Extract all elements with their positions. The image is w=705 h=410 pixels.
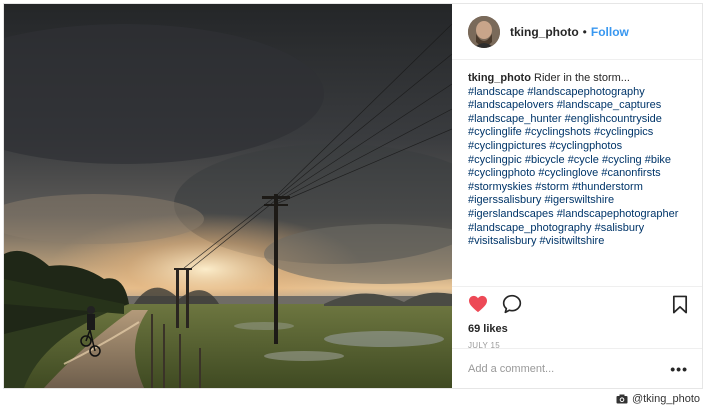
comment-bar: ••• <box>452 348 702 388</box>
post-username[interactable]: tking_photo <box>510 25 579 39</box>
more-options-icon[interactable]: ••• <box>670 361 688 377</box>
hashtag[interactable]: #cyclingpictures <box>468 140 546 152</box>
hashtag[interactable]: #storm <box>535 181 569 193</box>
hashtag[interactable]: #landscape_hunter <box>468 113 562 125</box>
hashtag[interactable]: #stormyskies <box>468 181 532 193</box>
hashtag[interactable]: #cyclingphoto <box>468 167 535 179</box>
like-count[interactable]: 69 likes <box>452 320 702 338</box>
hashtag[interactable]: #igerssalisbury <box>468 194 541 206</box>
hashtag[interactable]: #visitwiltshire <box>540 235 605 247</box>
post-sidebar: tking_photo • Follow tking_photo Rider i… <box>452 4 702 388</box>
hashtag[interactable]: #landscapephotographer <box>557 208 679 220</box>
post-photo[interactable] <box>4 4 452 388</box>
hashtag-list: #landscape #landscapephotography #landsc… <box>468 86 688 249</box>
bookmark-icon[interactable] <box>672 295 688 319</box>
instagram-post: tking_photo • Follow tking_photo Rider i… <box>3 3 703 389</box>
photo-credit: @tking_photo <box>616 393 700 405</box>
hashtag[interactable]: #landscape_photography <box>468 222 592 234</box>
hashtag[interactable]: #igerslandscapes <box>468 208 554 220</box>
hashtag[interactable]: #englishcountryside <box>565 113 662 125</box>
caption-username[interactable]: tking_photo <box>468 72 531 84</box>
heart-icon[interactable] <box>468 295 488 313</box>
caption-text: Rider in the storm... <box>534 72 630 84</box>
hashtag[interactable]: #cyclingphotos <box>549 140 622 152</box>
hashtag[interactable]: #salisbury <box>595 222 645 234</box>
hashtag[interactable]: #canonfirsts <box>601 167 660 179</box>
hashtag[interactable]: #landscapephotography <box>527 86 644 98</box>
post-header: tking_photo • Follow <box>452 4 702 60</box>
storm-landscape-image <box>4 4 452 388</box>
hashtag[interactable]: #thunderstorm <box>572 181 643 193</box>
hashtag[interactable]: #bike <box>645 154 671 166</box>
hashtag[interactable]: #bicycle <box>525 154 565 166</box>
avatar[interactable] <box>468 15 500 48</box>
hashtag[interactable]: #landscape <box>468 86 524 98</box>
caption: tking_photo Rider in the storm... #lands… <box>452 60 702 286</box>
hashtag[interactable]: #igerswiltshire <box>544 194 614 206</box>
hashtag[interactable]: #landscape_captures <box>557 99 662 111</box>
hashtag[interactable]: #landscapelovers <box>468 99 554 111</box>
comment-icon[interactable] <box>502 294 522 314</box>
hashtag[interactable]: #cyclinglife <box>468 126 522 138</box>
hashtag[interactable]: #cycle <box>568 154 599 166</box>
follow-button[interactable]: Follow <box>591 25 629 39</box>
hashtag[interactable]: #cycling <box>602 154 642 166</box>
header-separator: • <box>582 24 587 39</box>
comment-input[interactable] <box>468 362 671 375</box>
hashtag[interactable]: #cyclinglove <box>538 167 598 179</box>
hashtag[interactable]: #cyclingshots <box>525 126 591 138</box>
hashtag[interactable]: #visitsalisbury <box>468 235 536 247</box>
hashtag[interactable]: #cyclingpics <box>594 126 653 138</box>
credit-text[interactable]: @tking_photo <box>632 393 700 405</box>
hashtag[interactable]: #cyclingpic <box>468 154 522 166</box>
action-bar <box>452 286 702 320</box>
camera-icon <box>616 394 628 404</box>
